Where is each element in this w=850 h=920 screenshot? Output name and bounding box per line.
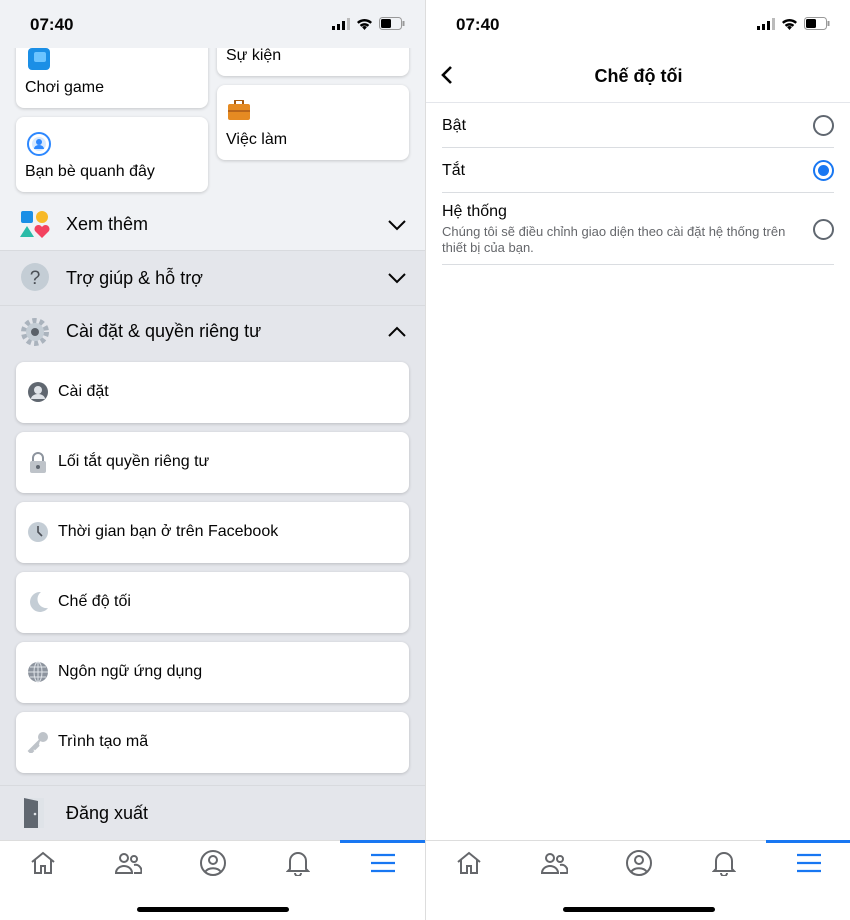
status-time: 07:40 bbox=[456, 15, 500, 34]
option-on[interactable]: Bật bbox=[442, 103, 834, 148]
settings-item-code-generator[interactable]: Trình tạo mã bbox=[16, 712, 409, 773]
menu-icon bbox=[796, 853, 821, 873]
page-title: Chế độ tối bbox=[594, 66, 683, 86]
chevron-up-icon bbox=[388, 326, 406, 337]
nav-friends[interactable] bbox=[511, 841, 596, 885]
logout-door-icon bbox=[24, 798, 44, 828]
option-label: Hệ thống bbox=[442, 203, 507, 220]
nav-friends[interactable] bbox=[85, 841, 170, 885]
gaming-icon bbox=[28, 48, 50, 70]
settings-item-label: Lối tắt quyền riêng tư bbox=[58, 453, 210, 470]
option-system[interactable]: Hệ thống Chúng tôi sẽ điều chỉnh giao di… bbox=[442, 193, 834, 265]
shortcut-label: Bạn bè quanh đây bbox=[25, 163, 155, 180]
shortcut-nearby-friends[interactable]: Bạn bè quanh đây bbox=[16, 117, 208, 192]
settings-item-label: Thời gian bạn ở trên Facebook bbox=[58, 523, 279, 540]
account-icon bbox=[28, 382, 48, 402]
status-time: 07:40 bbox=[30, 15, 74, 34]
logout-label: Đăng xuất bbox=[66, 802, 149, 823]
option-description: Chúng tôi sẽ điều chỉnh giao diện theo c… bbox=[442, 224, 786, 255]
shortcut-label: Chơi game bbox=[25, 79, 104, 96]
nav-menu[interactable] bbox=[340, 840, 425, 885]
key-icon bbox=[27, 732, 48, 753]
nav-notifications[interactable] bbox=[255, 841, 340, 885]
bell-icon bbox=[285, 852, 310, 876]
status-bar: 07:40 bbox=[426, 0, 850, 48]
header: Chế độ tối bbox=[426, 48, 850, 103]
section-label: Trợ giúp & hỗ trợ bbox=[66, 267, 203, 288]
moon-icon bbox=[30, 591, 48, 612]
radio-system[interactable] bbox=[813, 219, 834, 240]
friends-icon bbox=[114, 853, 142, 874]
option-label: Bật bbox=[442, 117, 467, 134]
status-bar: 07:40 bbox=[0, 0, 425, 48]
signal-icon bbox=[757, 17, 775, 30]
nav-notifications[interactable] bbox=[681, 841, 766, 885]
home-indicator[interactable] bbox=[563, 907, 715, 912]
svg-text:?: ? bbox=[30, 268, 41, 289]
battery-icon bbox=[379, 17, 405, 30]
option-label: Tắt bbox=[442, 162, 466, 179]
logout-button[interactable]: Đăng xuất bbox=[0, 785, 425, 840]
wifi-icon bbox=[782, 18, 797, 30]
section-help-support[interactable]: ? Trợ giúp & hỗ trợ bbox=[0, 250, 425, 305]
shortcut-label: Việc làm bbox=[226, 131, 288, 148]
settings-item-privacy-shortcuts[interactable]: Lối tắt quyền riêng tư bbox=[16, 432, 409, 493]
settings-item-label: Trình tạo mã bbox=[58, 733, 149, 750]
shortcut-jobs[interactable]: Việc làm bbox=[217, 85, 409, 160]
gear-icon bbox=[21, 318, 49, 346]
settings-item-dark-mode[interactable]: Chế độ tối bbox=[16, 572, 409, 633]
nearby-friends-icon bbox=[27, 132, 51, 156]
menu-screen: 07:40 Chơi game Sự kiện Việc làm Bạn bè … bbox=[0, 0, 425, 920]
settings-item-label: Chế độ tối bbox=[58, 593, 131, 610]
dark-mode-screen: 07:40 Chế độ tối Bật Tắt Hệ thống Chúng … bbox=[425, 0, 850, 920]
section-label: Cài đặt & quyền riêng tư bbox=[66, 321, 262, 341]
friends-icon bbox=[540, 853, 568, 874]
nav-profile[interactable] bbox=[170, 841, 255, 885]
chevron-down-icon bbox=[388, 219, 406, 230]
jobs-icon bbox=[228, 100, 250, 120]
globe-icon bbox=[28, 661, 48, 683]
settings-item-app-language[interactable]: Ngôn ngữ ứng dụng bbox=[16, 642, 409, 703]
bell-icon bbox=[711, 852, 736, 876]
radio-on[interactable] bbox=[813, 115, 834, 136]
home-icon bbox=[30, 851, 55, 874]
bottom-nav bbox=[426, 840, 850, 885]
settings-item-label: Cài đặt bbox=[58, 383, 109, 400]
bottom-nav bbox=[0, 840, 425, 885]
signal-icon bbox=[332, 17, 350, 30]
home-icon bbox=[456, 851, 481, 874]
see-more-icon bbox=[20, 211, 50, 238]
battery-icon bbox=[804, 17, 830, 30]
settings-item-settings[interactable]: Cài đặt bbox=[16, 362, 409, 423]
nav-home[interactable] bbox=[0, 841, 85, 885]
section-see-more[interactable]: Xem thêm bbox=[0, 200, 425, 249]
settings-item-time-on-facebook[interactable]: Thời gian bạn ở trên Facebook bbox=[16, 502, 409, 563]
nav-home[interactable] bbox=[426, 841, 511, 885]
nav-menu[interactable] bbox=[766, 840, 850, 885]
menu-icon bbox=[370, 853, 395, 873]
section-label: Xem thêm bbox=[66, 214, 149, 234]
wifi-icon bbox=[357, 18, 372, 30]
shortcut-label: Sự kiện bbox=[226, 47, 282, 64]
profile-icon bbox=[625, 850, 652, 876]
clock-icon bbox=[28, 522, 48, 542]
chevron-down-icon bbox=[388, 273, 406, 284]
profile-icon bbox=[199, 850, 226, 876]
lock-icon bbox=[30, 452, 46, 473]
home-indicator[interactable] bbox=[137, 907, 289, 912]
option-off[interactable]: Tắt bbox=[442, 148, 834, 193]
settings-item-label: Ngôn ngữ ứng dụng bbox=[58, 663, 203, 680]
nav-profile[interactable] bbox=[596, 841, 681, 885]
radio-off[interactable] bbox=[813, 160, 834, 181]
help-icon: ? bbox=[21, 263, 49, 291]
